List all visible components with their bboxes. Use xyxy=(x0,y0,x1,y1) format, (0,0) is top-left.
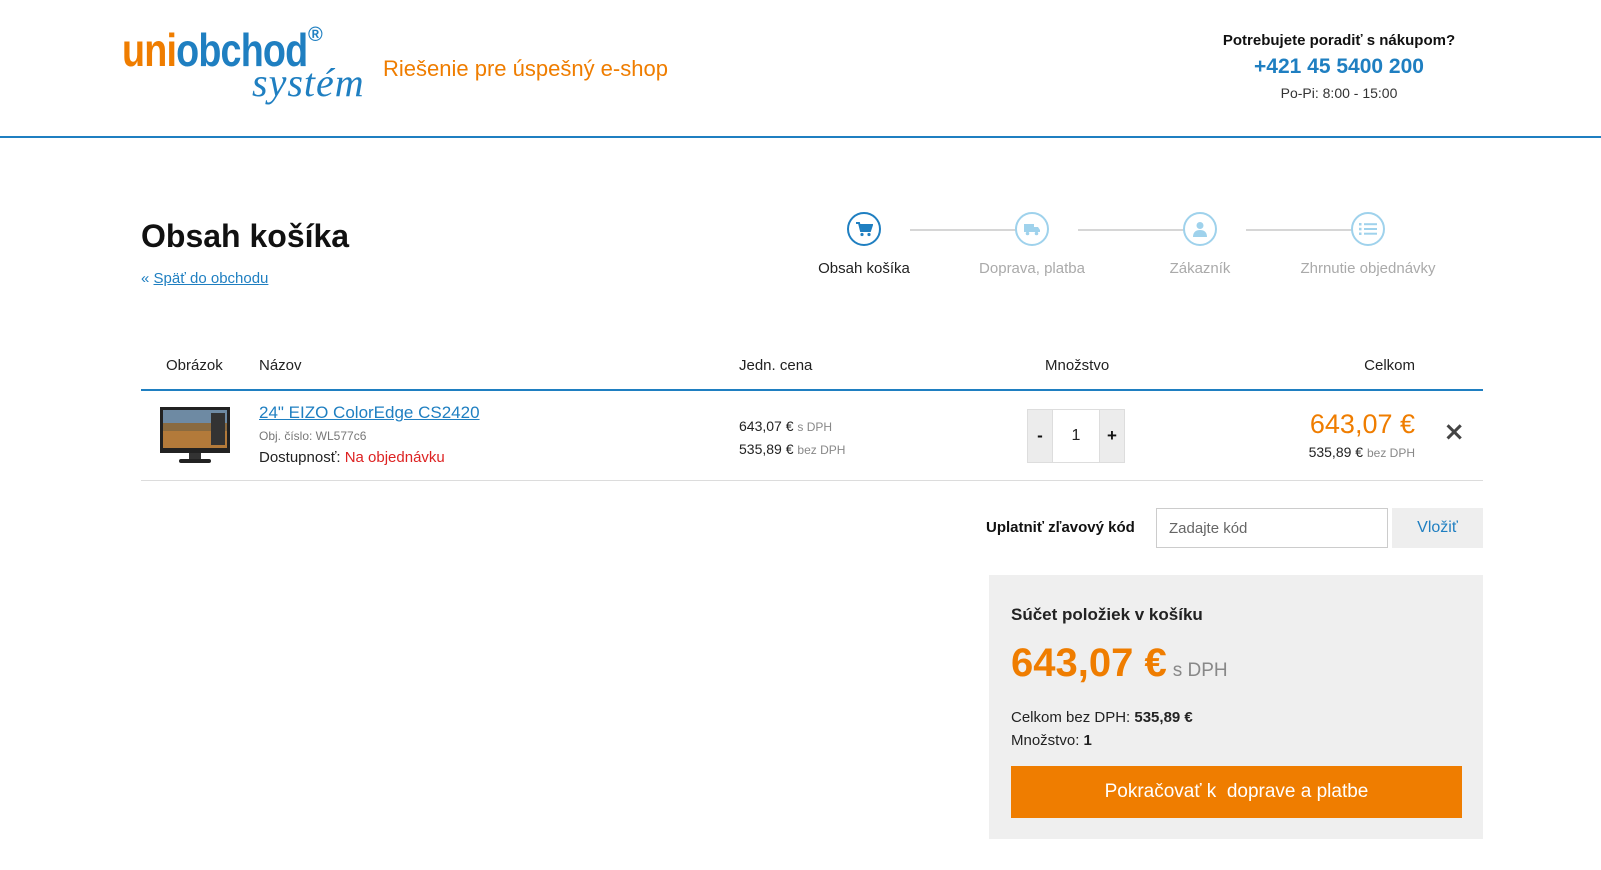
summary-without-vat-value: 535,89 € xyxy=(1134,709,1193,726)
cart-item-row: 24" EIZO ColorEdge CS2420 Obj. číslo: WL… xyxy=(141,391,1483,481)
site-header: uniobchod ® systém Riešenie pre úspešný … xyxy=(0,0,1601,138)
user-icon xyxy=(1183,212,1217,246)
apply-coupon-button[interactable]: Vložiť xyxy=(1392,508,1483,548)
remove-item-icon[interactable]: × xyxy=(1443,417,1465,447)
column-header-quantity: Množstvo xyxy=(1045,357,1110,374)
summary-without-vat: Celkom bez DPH: 535,89 € xyxy=(1011,709,1193,726)
unit-price: 643,07 € s DPH 535,89 € bez DPH xyxy=(739,415,845,461)
without-vat-label: bez DPH xyxy=(797,443,846,457)
cart-summary: Súčet položiek v košíku 643,07 € s DPH Ce… xyxy=(989,575,1483,839)
double-chevron-left-icon: « xyxy=(141,270,150,287)
product-thumbnail[interactable] xyxy=(159,405,231,465)
truck-icon xyxy=(1015,212,1049,246)
summary-total: 643,07 € s DPH xyxy=(1011,641,1228,686)
cart-table-header: Obrázok Názov Jedn. cena Množstvo Celkom xyxy=(141,345,1483,391)
column-header-unit-price: Jedn. cena xyxy=(739,357,813,374)
continue-to-shipping-button[interactable]: Pokračovať k doprave a platbe xyxy=(1011,766,1462,818)
back-to-shop-link[interactable]: « Späť do obchodu xyxy=(141,270,268,287)
unit-price-with-vat: 643,07 € xyxy=(739,418,794,434)
summary-quantity-value: 1 xyxy=(1083,732,1092,749)
help-hours: Po-Pi: 8:00 - 15:00 xyxy=(1280,85,1398,101)
summary-quantity-label: Množstvo: xyxy=(1011,732,1080,749)
summary-title: Súčet položiek v košíku xyxy=(1011,605,1203,624)
site-tagline: Riešenie pre úspešný e-shop xyxy=(383,56,668,81)
step-shipping[interactable]: Doprava, platba xyxy=(947,212,1117,277)
help-phone-link[interactable]: +421 45 5400 200 xyxy=(1209,55,1469,79)
logo-registered-mark: ® xyxy=(308,24,323,46)
product-name-link[interactable]: 24" EIZO ColorEdge CS2420 xyxy=(259,403,480,423)
list-icon xyxy=(1351,212,1385,246)
column-header-total: Celkom xyxy=(1364,357,1415,374)
with-vat-label: s DPH xyxy=(797,420,833,434)
step-customer[interactable]: Zákazník xyxy=(1115,212,1285,277)
step-label: Obsah košíka xyxy=(818,260,910,277)
quantity-input[interactable]: 1 xyxy=(1052,410,1100,462)
coupon-input[interactable] xyxy=(1156,508,1388,548)
checkout-steps: Obsah košíka Doprava, platba Zákazník Zh… xyxy=(800,212,1490,282)
summary-vat-label: s DPH xyxy=(1172,660,1228,681)
quantity-decrease-button[interactable]: - xyxy=(1028,410,1052,462)
quantity-increase-button[interactable]: + xyxy=(1100,410,1124,462)
coupon-label: Uplatniť zľavový kód xyxy=(986,519,1135,536)
step-label: Zákazník xyxy=(1169,260,1231,277)
page-title: Obsah košíka xyxy=(141,218,350,254)
step-label: Zhrnutie objednávky xyxy=(1300,260,1436,277)
item-total-without-vat: 535,89 € xyxy=(1308,444,1364,460)
product-availability: Dostupnosť: Na objednávku xyxy=(259,449,445,466)
summary-quantity: Množstvo: 1 xyxy=(1011,732,1092,749)
unit-price-without-vat: 535,89 € xyxy=(739,441,794,457)
step-summary[interactable]: Zhrnutie objednávky xyxy=(1283,212,1453,277)
step-label: Doprava, platba xyxy=(979,260,1085,277)
column-header-name: Názov xyxy=(259,357,302,374)
back-link-label: Späť do obchodu xyxy=(153,270,269,287)
site-logo[interactable]: uniobchod ® systém xyxy=(122,24,364,114)
column-header-image: Obrázok xyxy=(166,357,223,374)
cart-icon xyxy=(847,212,881,246)
step-cart[interactable]: Obsah košíka xyxy=(779,212,949,277)
availability-label: Dostupnosť: xyxy=(259,449,341,466)
item-total: 643,07 € 535,89 € bez DPH xyxy=(1309,409,1415,460)
availability-status: Na objednávku xyxy=(344,449,445,466)
help-question: Potrebujete poradiť s nákupom? xyxy=(1222,32,1456,49)
product-code: Obj. číslo: WL577c6 xyxy=(259,429,367,443)
summary-without-vat-label: Celkom bez DPH: xyxy=(1011,709,1131,726)
without-vat-label: bez DPH xyxy=(1366,446,1415,460)
help-box: Potrebujete poradiť s nákupom? +421 45 5… xyxy=(1209,32,1469,101)
summary-total-amount: 643,07 € xyxy=(1011,641,1167,685)
logo-subtitle: systém xyxy=(252,60,365,105)
quantity-stepper: - 1 + xyxy=(1027,409,1125,463)
item-total-with-vat: 643,07 € xyxy=(1309,409,1415,439)
